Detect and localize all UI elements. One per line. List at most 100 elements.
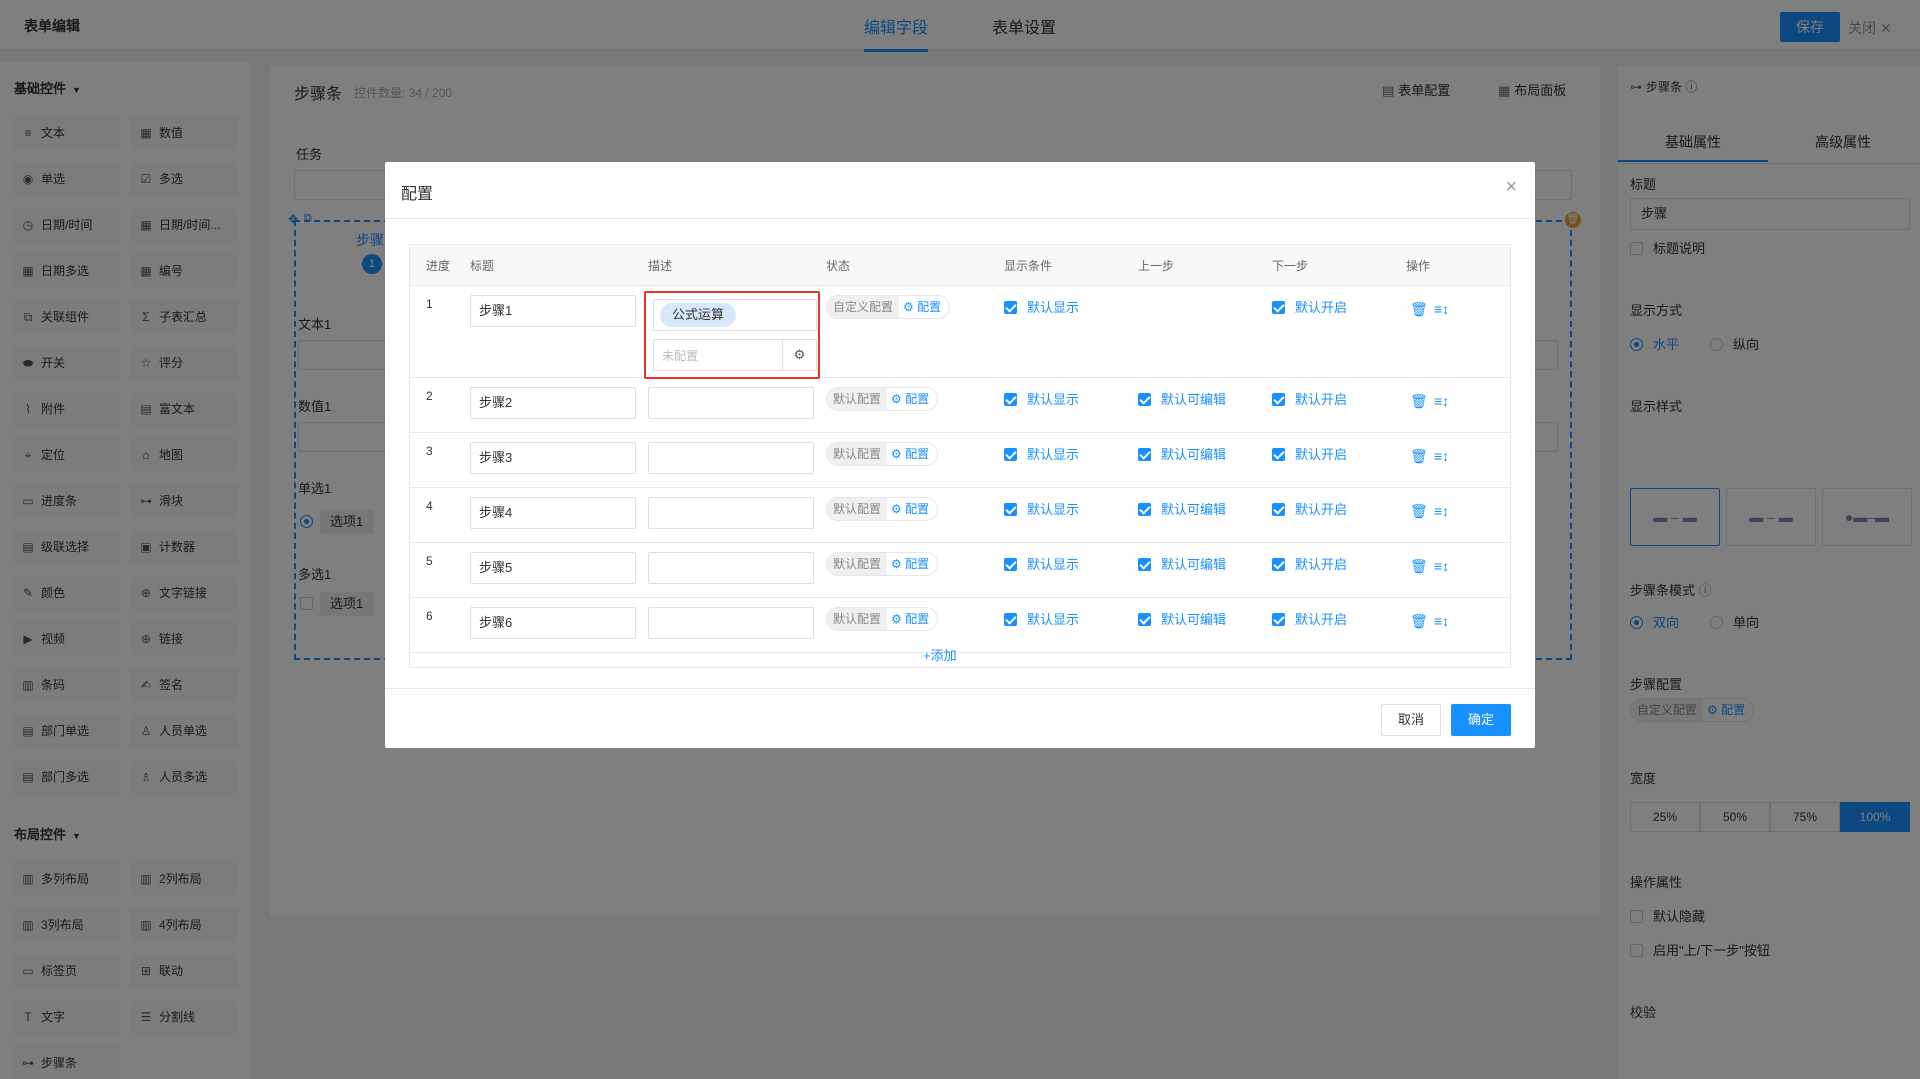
cancel-button[interactable]: 取消 xyxy=(1381,704,1441,736)
step-state: 默认配置 ⚙ 配置 xyxy=(826,607,939,631)
show-condition-checkbox[interactable]: 默认显示 xyxy=(1004,297,1079,316)
step-title-input[interactable]: 步骤1 xyxy=(470,295,636,327)
prev-step-checkbox[interactable]: 默认可编辑 xyxy=(1138,444,1226,463)
state-config-button[interactable]: ⚙ 配置 xyxy=(899,296,949,318)
show-condition-checkbox[interactable]: 默认显示 xyxy=(1004,499,1079,518)
trash-icon[interactable]: 🗑 xyxy=(1410,613,1428,630)
step-desc-input[interactable] xyxy=(648,387,814,419)
formula-tag[interactable]: 公式运算 xyxy=(660,303,737,327)
step-desc-input[interactable] xyxy=(648,607,814,639)
state-config-button[interactable]: ⚙ 配置 xyxy=(887,608,937,630)
sort-icon[interactable]: ≡↕ xyxy=(1434,448,1449,464)
trash-icon[interactable]: 🗑 xyxy=(1410,301,1428,318)
prev-step-checkbox[interactable]: 默认可编辑 xyxy=(1138,389,1226,408)
sort-icon[interactable]: ≡↕ xyxy=(1434,301,1449,317)
checkbox-icon xyxy=(1004,503,1017,516)
prev-step-label: 默认可编辑 xyxy=(1161,612,1227,627)
step-desc-input[interactable] xyxy=(648,442,814,474)
next-step-checkbox[interactable]: 默认开启 xyxy=(1272,444,1347,463)
col-desc: 描述 xyxy=(648,259,673,273)
row-number: 2 xyxy=(426,389,433,403)
row-divider xyxy=(410,377,1510,378)
sort-icon[interactable]: ≡↕ xyxy=(1434,503,1449,519)
checkbox-icon xyxy=(1138,448,1151,461)
checkbox-icon xyxy=(1138,558,1151,571)
trash-icon[interactable]: 🗑 xyxy=(1410,503,1428,520)
step-title-input[interactable]: 步骤6 xyxy=(470,607,636,639)
trash-icon[interactable]: 🗑 xyxy=(1410,393,1428,410)
next-step-checkbox[interactable]: 默认开启 xyxy=(1272,554,1347,573)
unconfigured-placeholder: 未配置 xyxy=(662,349,699,363)
config-modal: 配置 × 进度 标题 描述 状态 显示条件 上一步 下一步 操作 1 步骤1 自定义… xyxy=(385,162,1535,748)
row-number: 5 xyxy=(426,554,433,568)
desc-highlight-box: 公式运算 未配置 ⚙ xyxy=(644,291,820,379)
show-condition-label: 默认显示 xyxy=(1027,612,1080,627)
confirm-button[interactable]: 确定 xyxy=(1451,704,1511,736)
sort-icon[interactable]: ≡↕ xyxy=(1434,393,1449,409)
step-state-label: 默认配置 xyxy=(827,498,888,520)
show-condition-label: 默认显示 xyxy=(1027,502,1080,517)
state-config-label: 配置 xyxy=(905,557,930,571)
step-title-input[interactable]: 步骤2 xyxy=(470,387,636,419)
state-config-label: 配置 xyxy=(905,612,930,626)
step-title-input[interactable]: 步骤3 xyxy=(470,442,636,474)
sort-icon[interactable]: ≡↕ xyxy=(1434,558,1449,574)
prev-step-checkbox[interactable]: 默认可编辑 xyxy=(1138,609,1226,628)
prev-step-label: 默认可编辑 xyxy=(1161,392,1227,407)
desc-unconfigured-field[interactable]: 未配置 ⚙ xyxy=(653,339,817,371)
checkbox-icon xyxy=(1138,503,1151,516)
header-divider xyxy=(410,285,1510,286)
show-condition-checkbox[interactable]: 默认显示 xyxy=(1004,444,1079,463)
show-condition-label: 默认显示 xyxy=(1027,447,1080,462)
desc-formula-field[interactable]: 公式运算 xyxy=(653,299,817,331)
prev-step-checkbox[interactable]: 默认可编辑 xyxy=(1138,554,1226,573)
row-number: 4 xyxy=(426,499,433,513)
next-step-checkbox[interactable]: 默认开启 xyxy=(1272,389,1347,408)
state-config-button[interactable]: ⚙ 配置 xyxy=(887,388,937,410)
show-condition-label: 默认显示 xyxy=(1027,557,1080,572)
step-state: 默认配置 ⚙ 配置 xyxy=(826,552,939,576)
next-step-checkbox[interactable]: 默认开启 xyxy=(1272,609,1347,628)
col-progress: 进度 xyxy=(426,259,451,273)
trash-icon[interactable]: 🗑 xyxy=(1410,448,1428,465)
trash-icon[interactable]: 🗑 xyxy=(1410,558,1428,575)
show-condition-label: 默认显示 xyxy=(1027,392,1080,407)
show-condition-checkbox[interactable]: 默认显示 xyxy=(1004,389,1079,408)
state-config-button[interactable]: ⚙ 配置 xyxy=(887,553,937,575)
checkbox-icon xyxy=(1138,393,1151,406)
show-condition-label: 默认显示 xyxy=(1027,300,1080,315)
settings-icon: ⚙ xyxy=(891,502,902,516)
step-title-input[interactable]: 步骤4 xyxy=(470,497,636,529)
add-step-link[interactable]: +添加 xyxy=(923,645,957,664)
step-desc-input[interactable] xyxy=(648,497,814,529)
state-config-button[interactable]: ⚙ 配置 xyxy=(887,498,937,520)
modal-close-icon[interactable]: × xyxy=(1505,176,1517,199)
step-desc-input[interactable] xyxy=(648,552,814,584)
show-condition-checkbox[interactable]: 默认显示 xyxy=(1004,554,1079,573)
checkbox-icon xyxy=(1004,393,1017,406)
prev-step-label: 默认可编辑 xyxy=(1161,557,1227,572)
step-title-input[interactable]: 步骤5 xyxy=(470,552,636,584)
modal-title: 配置 xyxy=(401,186,434,203)
sort-icon[interactable]: ≡↕ xyxy=(1434,613,1449,629)
checkbox-icon xyxy=(1004,613,1017,626)
col-prev: 上一步 xyxy=(1138,259,1175,273)
step-state-label: 默认配置 xyxy=(827,608,888,630)
next-step-checkbox[interactable]: 默认开启 xyxy=(1272,499,1347,518)
next-step-label: 默认开启 xyxy=(1295,392,1348,407)
state-config-button[interactable]: ⚙ 配置 xyxy=(887,443,937,465)
table-header-bg xyxy=(410,245,1510,285)
next-step-label: 默认开启 xyxy=(1295,557,1348,572)
prev-step-checkbox[interactable]: 默认可编辑 xyxy=(1138,499,1226,518)
settings-icon: ⚙ xyxy=(891,612,902,626)
checkbox-icon xyxy=(1138,613,1151,626)
col-state: 状态 xyxy=(826,259,851,273)
prev-step-label: 默认可编辑 xyxy=(1161,447,1227,462)
settings-icon[interactable]: ⚙ xyxy=(782,340,816,370)
row-divider xyxy=(410,597,1510,598)
checkbox-icon xyxy=(1272,613,1285,626)
step-state: 默认配置 ⚙ 配置 xyxy=(826,442,939,466)
show-condition-checkbox[interactable]: 默认显示 xyxy=(1004,609,1079,628)
next-step-checkbox[interactable]: 默认开启 xyxy=(1272,297,1347,316)
steps-config-table: 进度 标题 描述 状态 显示条件 上一步 下一步 操作 1 步骤1 自定义配置 ⚙ 配… xyxy=(409,244,1511,668)
